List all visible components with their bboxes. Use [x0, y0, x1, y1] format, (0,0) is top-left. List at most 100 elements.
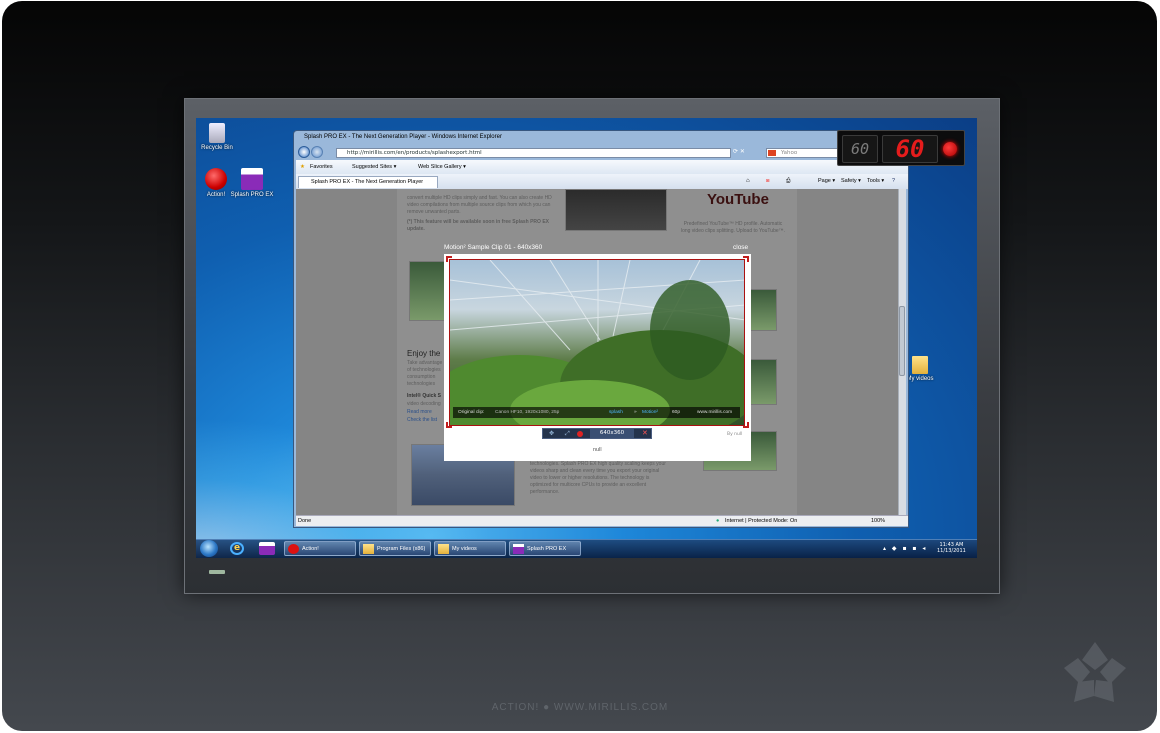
page-menu[interactable]: Page ▾ — [818, 178, 835, 184]
yahoo-icon — [768, 150, 776, 156]
recycle-bin-icon — [209, 123, 225, 143]
favorites-bar: ★ Favorites Suggested Sites ▾ Web Slice … — [296, 160, 908, 174]
crop-corner — [446, 256, 452, 262]
player-title: Motion² Sample Clip 01 - 640x360 — [444, 244, 543, 251]
status-bar: Done ● Internet | Protected Mode: On 100… — [296, 515, 908, 526]
action-record-icon — [205, 168, 227, 190]
tools-menu[interactable]: Tools ▾ — [867, 178, 884, 184]
youtube-logo: YouTube — [707, 191, 769, 208]
window-title: Splash PRO EX - The Next Generation Play… — [304, 134, 502, 140]
help-icon[interactable]: ? — [892, 178, 895, 184]
tab-bar: Splash PRO EX - The Next Generation Play… — [296, 174, 908, 189]
player-close-button[interactable]: close — [733, 244, 748, 251]
close-icon[interactable]: ✕ — [642, 429, 648, 437]
expand-icon[interactable]: ⤢ — [565, 430, 570, 438]
page-paragraph: technologies. Splash PRO EX high quality… — [530, 461, 666, 495]
clapperboard-icon — [241, 168, 263, 190]
scrollbar-thumb[interactable] — [899, 306, 905, 376]
resolution-selector[interactable]: 640x360 — [590, 429, 634, 438]
power-led — [209, 570, 225, 574]
fps-small-readout: 60 — [842, 135, 878, 163]
fps-small-value: 60 — [850, 140, 870, 158]
crop-corner — [446, 422, 452, 428]
safety-menu[interactable]: Safety ▾ — [841, 178, 861, 184]
crop-corner — [743, 256, 749, 262]
taskbar-button-label: My videos — [452, 546, 477, 552]
action-record-icon — [288, 544, 299, 554]
taskbar-clock[interactable]: 11:43 AM 11/13/2011 — [937, 542, 966, 554]
caption-label: Original clip: — [458, 410, 485, 415]
taskbar-button-program-files[interactable]: Program Files (x86) — [359, 541, 431, 556]
crop-corner — [743, 422, 749, 428]
print-icon[interactable]: ⎙ — [786, 178, 790, 185]
video-caption: Original clip: Canon HF10, 1920x1080, 25… — [453, 407, 740, 418]
fps-large-value: 60 — [895, 135, 925, 163]
status-text: Done — [298, 518, 312, 524]
back-icon[interactable] — [298, 146, 310, 158]
record-icon[interactable] — [577, 431, 583, 437]
rss-icon[interactable]: ◙ — [766, 178, 769, 184]
page-paragraph: video decoding — [407, 401, 441, 407]
home-icon[interactable]: ⌂ — [746, 178, 750, 184]
clock-date: 11/13/2011 — [937, 548, 966, 554]
taskbar-button-action[interactable]: Action! — [284, 541, 356, 556]
desktop-icon-splash[interactable]: Splash PRO EX — [229, 168, 275, 198]
folder-icon — [363, 544, 374, 554]
greenhouse-scene — [450, 260, 744, 425]
screenshot-thumb — [565, 189, 667, 231]
tab-label: Splash PRO EX - The Next Generation Play… — [311, 179, 424, 185]
page-paragraph: Take advantage of technologies consumpti… — [407, 360, 443, 387]
search-input[interactable]: Yahoo — [766, 148, 846, 158]
feature-thumb — [409, 261, 445, 321]
taskbar-button-my-videos[interactable]: My videos — [434, 541, 506, 556]
desktop-icon-recycle-bin[interactable]: Recycle Bin — [194, 123, 240, 151]
desktop-icon-label: My videos — [906, 376, 934, 382]
desktop-icon-label: Action! — [206, 192, 226, 198]
video-frame[interactable] — [449, 259, 745, 426]
taskbar-button-label: Program Files (x86) — [377, 546, 426, 552]
page-bold: Intel® Quick S — [407, 393, 441, 399]
screenshot-stage: Recycle Bin Action! Splash PRO EX My vid… — [0, 0, 1160, 733]
desktop-icon-label: Recycle Bin — [201, 145, 233, 151]
taskbar-button-splash[interactable]: Splash PRO EX — [509, 541, 581, 556]
clapperboard-icon — [513, 544, 524, 554]
ie-taskbar-icon[interactable]: e — [230, 542, 244, 555]
favorites-button[interactable]: Favorites — [310, 164, 333, 170]
web-slice-link[interactable]: Web Slice Gallery ▾ — [418, 164, 466, 170]
caption-meta: Canon HF10, 1920x1080, 25p — [495, 410, 560, 415]
caption-fps: 60p — [672, 410, 681, 415]
start-orb-icon[interactable] — [200, 540, 218, 557]
clapperboard-icon[interactable] — [259, 542, 275, 555]
read-more-link[interactable]: Read more — [407, 409, 432, 416]
caption-motion: Motion² — [642, 410, 658, 415]
caption-site: www.mirillis.com — [697, 410, 733, 415]
page-paragraph: convert multiple HD clips simply and fas… — [407, 195, 552, 215]
player-credit: By null — [727, 432, 743, 437]
player-footer-text: null — [593, 447, 602, 453]
address-row: http://mirillis.com/en/products/splashex… — [296, 146, 908, 160]
address-bar[interactable]: http://mirillis.com/en/products/splashex… — [336, 148, 731, 158]
forward-icon[interactable] — [311, 146, 323, 158]
mirillis-logo-icon — [1064, 642, 1126, 702]
tab-splash[interactable]: Splash PRO EX - The Next Generation Play… — [298, 176, 438, 188]
refresh-stop-icons[interactable]: ⟳ ✕ — [733, 148, 763, 158]
globe-icon: ● — [716, 518, 720, 524]
page-note: (*) This feature will be available soon … — [407, 219, 549, 232]
taskbar-button-label: Splash PRO EX — [527, 546, 567, 552]
fps-large-readout: 60 — [882, 135, 938, 163]
folder-icon — [912, 356, 928, 374]
system-tray-icons[interactable]: ▴ ◆ ▪ ▪ ◂ — [883, 545, 927, 552]
recording-indicator-icon[interactable] — [943, 142, 957, 156]
zoom-control[interactable]: 100% — [871, 518, 885, 524]
taskbar-button-label: Action! — [302, 546, 319, 552]
caption-brand: splash — [609, 410, 623, 415]
suggested-sites-link[interactable]: Suggested Sites ▾ — [352, 164, 396, 170]
protected-mode-status: Internet | Protected Mode: On — [725, 518, 798, 524]
section-heading: Enjoy the — [407, 349, 441, 358]
folder-icon — [438, 544, 449, 554]
star-icon: ★ — [300, 164, 305, 170]
caption-arrow: » — [634, 410, 637, 415]
youtube-text: Predefined YouTube™ HD profile. Automati… — [680, 221, 786, 234]
check-list-link[interactable]: Check the list — [407, 417, 437, 424]
move-icon[interactable]: ✥ — [549, 430, 554, 437]
